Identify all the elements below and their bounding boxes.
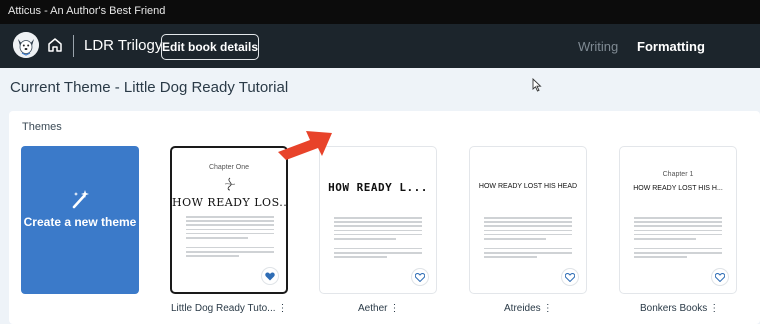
theme-preview-text — [186, 216, 274, 259]
theme-preview-text — [484, 217, 572, 260]
heart-icon[interactable] — [562, 269, 578, 285]
nav-formatting-tab[interactable]: Formatting — [637, 39, 705, 54]
header-divider — [73, 35, 74, 57]
mouse-cursor-icon — [532, 77, 542, 92]
theme-name-label: Atreides — [504, 303, 541, 314]
theme-name-label: Aether — [358, 303, 388, 314]
create-new-theme-label: Create a new theme — [23, 215, 137, 229]
theme-preview-title: HOW READY L... — [328, 181, 428, 194]
edit-book-details-button[interactable]: Edit book details — [161, 34, 259, 60]
theme-preview-chapter: Chapter One — [208, 164, 250, 171]
theme-name-little-dog-ready[interactable]: Little Dog Ready Tuto... ⋮ — [171, 303, 288, 314]
more-options-icon[interactable]: ⋮ — [709, 303, 719, 314]
theme-preview-title: HOW READY LOS... — [172, 196, 288, 209]
themes-section-label: Themes — [22, 121, 62, 133]
theme-name-atreides[interactable]: Atreides ⋮ — [504, 303, 553, 314]
magic-wand-icon — [71, 188, 91, 210]
ornament-icon — [224, 177, 236, 191]
book-title[interactable]: LDR Trilogy — [84, 37, 162, 54]
theme-card-bonkers-books[interactable]: Chapter 1 HOW READY LOST HIS H... — [619, 146, 737, 294]
theme-preview-title: HOW READY LOST HIS H... — [633, 185, 723, 192]
window-titlebar: Atticus - An Author's Best Friend — [0, 0, 760, 24]
heart-icon[interactable] — [262, 268, 278, 284]
home-icon[interactable] — [46, 36, 64, 54]
heart-icon[interactable] — [712, 269, 728, 285]
current-theme-heading: Current Theme - Little Dog Ready Tutoria… — [10, 79, 289, 96]
more-options-icon[interactable]: ⋮ — [543, 303, 553, 314]
theme-preview-title: HOW READY LOST HIS HEAD — [478, 183, 578, 190]
theme-name-label: Bonkers Books — [640, 303, 708, 314]
theme-preview-text — [334, 217, 422, 260]
app-header: LDR Trilogy Edit book details Writing Fo… — [0, 24, 760, 68]
theme-preview-text — [634, 217, 722, 260]
annotation-arrow-icon — [270, 112, 370, 172]
create-new-theme-button[interactable]: Create a new theme — [21, 146, 139, 294]
theme-name-aether[interactable]: Aether ⋮ — [358, 303, 399, 314]
theme-name-bonkers-books[interactable]: Bonkers Books ⋮ — [640, 303, 719, 314]
theme-name-label: Little Dog Ready Tuto... — [171, 303, 276, 314]
nav-writing-tab[interactable]: Writing — [578, 39, 618, 54]
more-options-icon[interactable]: ⋮ — [389, 303, 399, 314]
heart-icon[interactable] — [412, 269, 428, 285]
window-title: Atticus - An Author's Best Friend — [8, 5, 166, 17]
more-options-icon[interactable]: ⋮ — [278, 303, 288, 314]
dog-logo-icon[interactable] — [13, 32, 39, 58]
theme-card-atreides[interactable]: HOW READY LOST HIS HEAD — [469, 146, 587, 294]
theme-preview-chapter: Chapter 1 — [662, 171, 694, 178]
